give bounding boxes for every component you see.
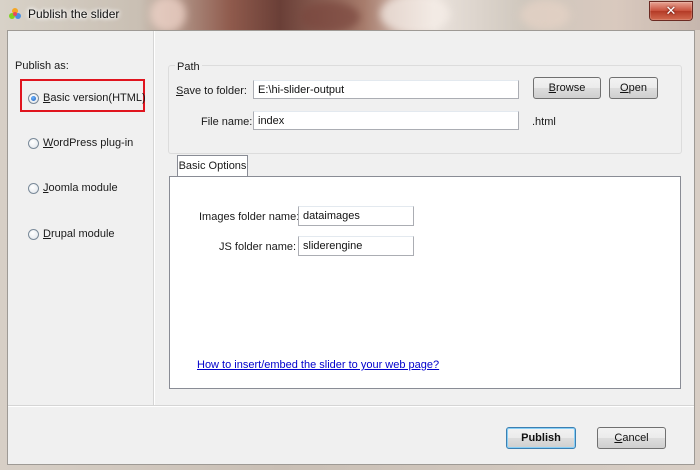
images-folder-input[interactable] (298, 206, 414, 226)
path-group-legend: Path (175, 61, 202, 73)
horizontal-divider (8, 405, 694, 407)
help-embed-link[interactable]: How to insert/embed the slider to your w… (197, 359, 439, 371)
app-icon (9, 8, 21, 19)
radio-joomla-module[interactable]: Joomla module (28, 180, 118, 196)
background-blur (520, 0, 570, 30)
cancel-button[interactable]: Cancel (597, 427, 666, 449)
window-frame: Publish as: Basic version(HTML) WordPres… (0, 30, 700, 470)
open-button[interactable]: Open (609, 77, 658, 99)
publish-button[interactable]: Publish (506, 427, 576, 449)
publish-type-panel: Publish as: Basic version(HTML) WordPres… (8, 31, 153, 405)
js-folder-input[interactable] (298, 236, 414, 256)
radio-unchecked-icon[interactable] (28, 137, 39, 149)
tab-basic-options[interactable]: Basic Options (177, 155, 248, 177)
radio-label: Basic version(HTML) (43, 92, 146, 104)
radio-label: Drupal module (43, 228, 115, 240)
background-blur (380, 0, 450, 30)
js-folder-label: JS folder name: (219, 241, 297, 253)
publish-as-label: Publish as: (15, 60, 69, 72)
title-bar[interactable]: Publish the slider ✕ (0, 0, 700, 30)
radio-wordpress-plugin[interactable]: WordPress plug-in (28, 135, 133, 151)
background-blur (150, 0, 186, 30)
vertical-divider (153, 31, 155, 405)
radio-checked-icon[interactable] (28, 92, 39, 104)
browse-button[interactable]: Browse (533, 77, 601, 99)
dialog-client-area: Publish as: Basic version(HTML) WordPres… (7, 30, 695, 465)
path-group (168, 65, 682, 154)
file-name-label: File name: (201, 116, 253, 128)
images-folder-label: Images folder name: (199, 211, 300, 223)
basic-options-panel (169, 176, 681, 389)
close-icon: ✕ (665, 3, 677, 18)
radio-drupal-module[interactable]: Drupal module (28, 226, 115, 242)
save-folder-input[interactable] (253, 80, 519, 99)
save-to-folder-label: Save to folder: (176, 85, 247, 97)
radio-unchecked-icon[interactable] (28, 228, 39, 240)
background-blur (300, 2, 360, 30)
window-title: Publish the slider (28, 7, 120, 21)
file-name-input[interactable] (253, 111, 519, 130)
radio-label: Joomla module (43, 182, 118, 194)
file-extension-label: .html (532, 116, 556, 128)
radio-basic-version[interactable]: Basic version(HTML) (28, 90, 146, 106)
close-button[interactable]: ✕ (649, 1, 693, 21)
radio-unchecked-icon[interactable] (28, 182, 39, 194)
radio-label: WordPress plug-in (43, 137, 134, 149)
